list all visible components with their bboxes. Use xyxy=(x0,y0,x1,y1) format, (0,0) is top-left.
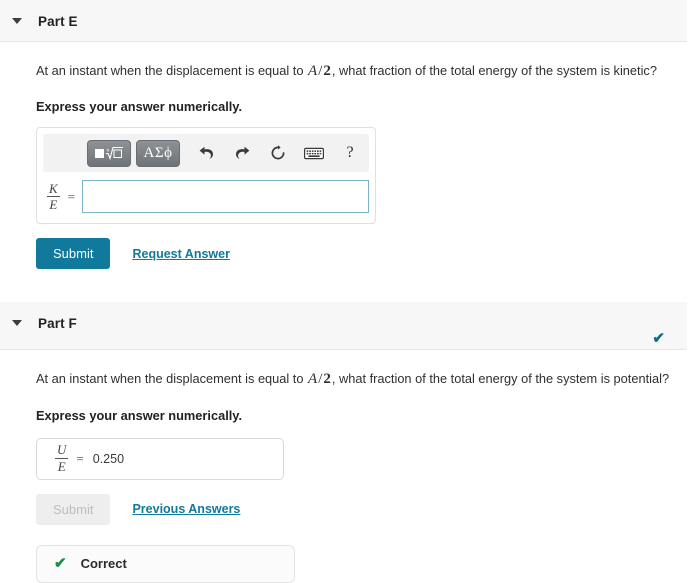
question-suffix-f: , what fraction of the total energy of t… xyxy=(331,371,670,387)
math-toolbar-e: n ΑΣϕ ? xyxy=(43,134,369,173)
part-title-f: Part F xyxy=(38,315,77,331)
answer-fraction-label-e: K E xyxy=(47,180,60,213)
reset-icon[interactable] xyxy=(263,140,293,166)
answer-value-f: 0.250 xyxy=(92,451,125,466)
fraction-denominator-e: E xyxy=(49,197,58,213)
math-numerator-e: A xyxy=(308,63,318,79)
check-icon: ✔ xyxy=(54,555,67,572)
chevron-down-icon[interactable] xyxy=(12,320,22,327)
request-answer-link[interactable]: Request Answer xyxy=(132,247,229,261)
math-denominator-e: 2 xyxy=(323,63,331,79)
check-icon: ✔ xyxy=(652,330,665,348)
answer-fraction-label-f: U E xyxy=(55,442,69,474)
answer-entry-row-e: K E = xyxy=(43,180,369,214)
undo-icon[interactable] xyxy=(191,140,221,166)
equals-sign-e: = xyxy=(67,188,76,204)
reset-glyph xyxy=(271,145,285,160)
action-row-f: Submit Previous Answers xyxy=(36,493,700,525)
svg-text:n: n xyxy=(107,148,110,154)
fraction-numerator-e: K xyxy=(49,180,58,196)
part-header-f[interactable]: Part F xyxy=(0,302,687,344)
math-numerator-f: A xyxy=(308,371,318,388)
part-header-e[interactable]: Part E xyxy=(0,0,687,42)
instruction-text-e: Express your answer numerically. xyxy=(36,99,243,115)
part-title-e: Part E xyxy=(38,13,78,29)
math-template-icon[interactable]: n xyxy=(87,139,131,167)
math-expression-e: A/2 xyxy=(307,63,332,79)
previous-answers-link[interactable]: Previous Answers xyxy=(132,502,240,516)
chevron-down-icon[interactable] xyxy=(12,18,22,24)
redo-icon[interactable] xyxy=(227,140,257,166)
question-prefix-e: At an instant when the displacement is e… xyxy=(36,63,308,78)
exercise-page: Part E At an instant when the displaceme… xyxy=(0,0,700,583)
question-text-f: At an instant when the displacement is e… xyxy=(36,350,700,389)
math-template-glyph: n xyxy=(95,147,123,161)
keyboard-icon[interactable] xyxy=(299,140,329,166)
action-row-e: Submit Request Answer xyxy=(36,238,700,270)
undo-glyph xyxy=(199,146,213,159)
submit-button-f[interactable]: Submit xyxy=(36,493,111,525)
fraction-denominator-f: E xyxy=(57,459,66,474)
part-body-f: At an instant when the displacement is e… xyxy=(0,350,700,583)
feedback-correct-box: ✔ Correct xyxy=(36,544,295,583)
math-expression-f: A/2 xyxy=(307,371,332,387)
fraction-numerator-f: U xyxy=(57,442,67,458)
instruction-text-f: Express your answer numerically. xyxy=(36,407,243,423)
question-prefix-f: At an instant when the displacement is e… xyxy=(36,371,308,387)
part-body-e: At an instant when the displacement is e… xyxy=(0,42,700,270)
submitted-answer-box-f[interactable]: U E = 0.250 xyxy=(36,437,284,480)
redo-glyph xyxy=(235,146,249,159)
keyboard-glyph xyxy=(304,147,324,159)
math-denominator-f: 2 xyxy=(323,371,331,388)
greek-letters-icon[interactable]: ΑΣϕ xyxy=(136,139,180,167)
question-text-e: At an instant when the displacement is e… xyxy=(36,42,700,81)
answer-input-e[interactable] xyxy=(82,180,369,214)
submit-button-e[interactable]: Submit xyxy=(36,238,111,270)
part-header-band-e: Part E xyxy=(0,0,687,42)
equals-sign-f: = xyxy=(76,450,84,466)
part-header-band-f: Part F ✔ xyxy=(0,302,687,351)
help-icon[interactable]: ? xyxy=(335,140,365,166)
answer-entry-panel-e: n ΑΣϕ ? K E = xyxy=(36,127,376,225)
question-suffix-e: , what fraction of the total energy of t… xyxy=(331,63,657,78)
feedback-label: Correct xyxy=(80,556,127,571)
